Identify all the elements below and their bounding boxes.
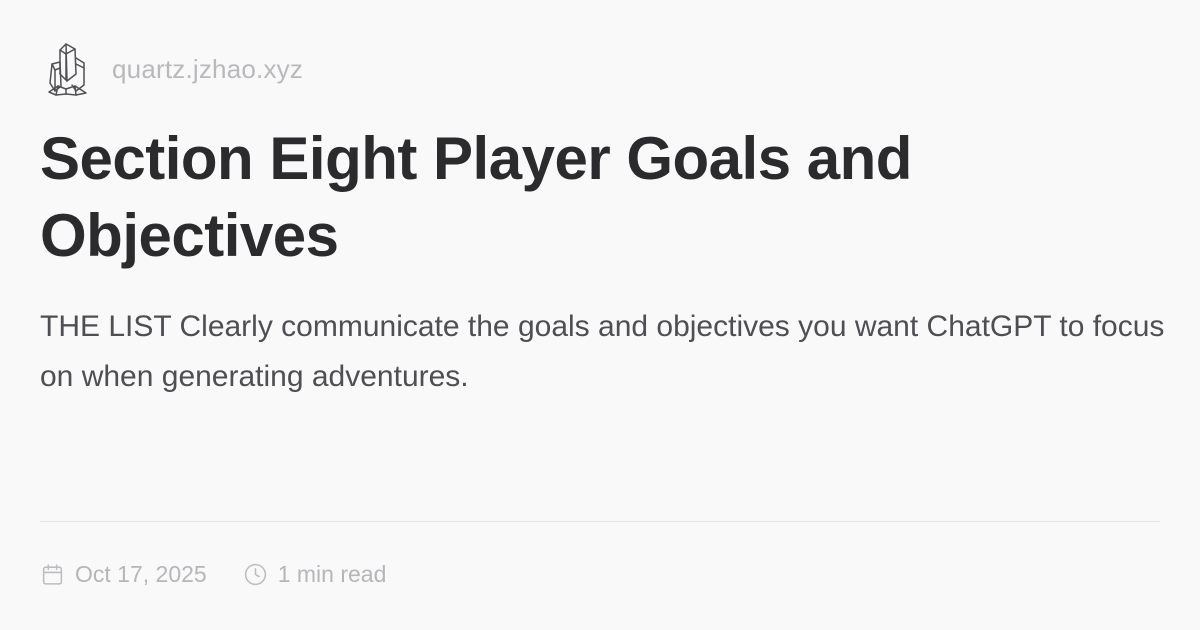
article-meta: Oct 17, 2025 1 min read	[40, 556, 386, 592]
divider	[40, 521, 1160, 522]
read-time: 1 min read	[243, 560, 387, 588]
page-title: Section Eight Player Goals and Objective…	[40, 125, 912, 269]
publish-date: Oct 17, 2025	[40, 561, 207, 588]
site-header: quartz.jzhao.xyz	[46, 40, 303, 98]
site-name[interactable]: quartz.jzhao.xyz	[112, 54, 303, 85]
publish-date-text: Oct 17, 2025	[75, 560, 207, 587]
crystal-cluster-logo-icon	[48, 43, 87, 96]
calendar-icon	[42, 563, 63, 585]
clock-icon	[244, 563, 266, 585]
read-time-text: 1 min read	[277, 560, 387, 587]
page-description: THE LIST Clearly communicate the goals a…	[40, 310, 1165, 393]
